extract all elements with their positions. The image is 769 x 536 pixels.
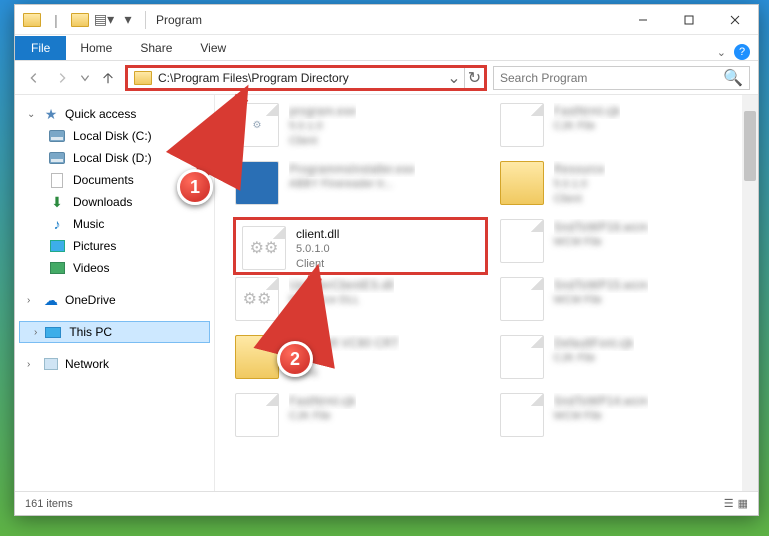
tab-share[interactable]: Share <box>126 36 186 60</box>
sidebar-item-local-disk-d[interactable]: Local Disk (D:) <box>19 147 210 169</box>
installer-icon <box>235 161 279 205</box>
file-name: client.dll <box>296 226 339 242</box>
sidebar-item-pictures[interactable]: Pictures <box>19 235 210 257</box>
file-icon <box>235 393 279 437</box>
sidebar-item-local-disk-c[interactable]: Local Disk (C:) <box>19 125 210 147</box>
navigation-bar: C:\Program Files\Program Directory ⌄ ↻ 🔍 <box>15 61 758 95</box>
window-controls <box>620 5 758 35</box>
folder-icon <box>134 71 152 85</box>
quick-access-label: Quick access <box>65 107 136 121</box>
document-icon <box>51 173 63 188</box>
quick-access-header[interactable]: ⌄ ★ Quick access <box>19 103 210 125</box>
sidebar-item-music[interactable]: ♪Music <box>19 213 210 235</box>
address-path[interactable]: C:\Program Files\Program Directory <box>158 71 444 85</box>
explorer-window: | ▤▾ ▾ Program File Home Share View ⌄ ? <box>14 4 759 516</box>
help-icon[interactable]: ? <box>734 44 750 60</box>
chevron-down-icon: ⌄ <box>27 109 37 120</box>
properties-icon[interactable]: ▤▾ <box>93 9 115 31</box>
address-dropdown-icon[interactable]: ⌄ <box>444 68 464 88</box>
ribbon-expand-icon[interactable]: ⌄ <box>717 46 726 59</box>
music-icon: ♪ <box>49 216 65 232</box>
sidebar-item-onedrive[interactable]: › ☁ OneDrive <box>19 289 210 311</box>
folder-icon <box>500 161 544 205</box>
navigation-pane: ⌄ ★ Quick access Local Disk (C:) Local D… <box>15 95 215 491</box>
scroll-thumb[interactable] <box>744 111 756 181</box>
tiles-view-icon[interactable]: ▦ <box>738 497 748 510</box>
tab-view[interactable]: View <box>186 36 240 60</box>
sidebar-item-network[interactable]: › Network <box>19 353 210 375</box>
qat-sep: | <box>45 9 67 31</box>
status-bar: 161 items ☰ ▦ <box>15 491 758 515</box>
qat-dropdown-icon[interactable]: ▾ <box>117 9 139 31</box>
folder-icon <box>21 9 43 31</box>
vertical-scrollbar[interactable] <box>742 95 758 491</box>
file-item-highlighted[interactable]: ⚙⚙ client.dll5.0.1.0Client <box>233 217 488 275</box>
recent-dropdown-icon[interactable] <box>79 67 91 89</box>
network-icon <box>44 358 58 370</box>
file-list: ⚙ program.exe5.0.1.0Client FastNrml.cjkC… <box>215 95 758 491</box>
chevron-right-icon: › <box>27 295 37 306</box>
back-button[interactable] <box>23 67 45 89</box>
minimize-button[interactable] <box>620 5 666 35</box>
tab-home[interactable]: Home <box>66 36 126 60</box>
titlebar: | ▤▾ ▾ Program <box>15 5 758 35</box>
download-icon: ⬇ <box>49 194 65 210</box>
file-item[interactable]: Microsoft VC90 CRT5.0.1.0Client <box>233 333 488 391</box>
separator <box>145 11 146 29</box>
close-button[interactable] <box>712 5 758 35</box>
chevron-right-icon: › <box>34 327 37 338</box>
file-item[interactable]: ProgrammsInstaller.exeABBY Finereader tr… <box>233 159 488 217</box>
address-bar[interactable]: C:\Program Files\Program Directory ⌄ ↻ <box>125 65 487 91</box>
ribbon-tabs: File Home Share View ⌄ ? <box>15 35 758 61</box>
cloud-icon: ☁ <box>43 292 59 308</box>
disk-icon <box>49 152 65 164</box>
videos-icon <box>50 262 65 274</box>
file-item[interactable]: FastNrml.cjkCJK File <box>498 101 753 159</box>
file-item[interactable]: FastNrml.cjkCJK File <box>233 391 488 449</box>
file-icon <box>500 393 544 437</box>
star-icon: ★ <box>43 106 59 122</box>
sidebar-item-this-pc[interactable]: › This PC <box>19 321 210 343</box>
file-item[interactable]: SndToWP15.wcmWCM File <box>498 275 753 333</box>
quick-access-toolbar: | ▤▾ ▾ <box>15 9 139 31</box>
dll-icon: ⚙⚙ <box>235 277 279 321</box>
search-icon[interactable]: 🔍 <box>723 68 743 88</box>
folder-icon <box>69 9 91 31</box>
forward-button[interactable] <box>51 67 73 89</box>
file-tab[interactable]: File <box>15 36 66 60</box>
exe-icon: ⚙ <box>235 103 279 147</box>
pictures-icon <box>50 240 65 252</box>
chevron-right-icon: › <box>27 359 37 370</box>
sidebar-item-downloads[interactable]: ⬇Downloads <box>19 191 210 213</box>
file-icon <box>500 335 544 379</box>
maximize-button[interactable] <box>666 5 712 35</box>
disk-icon <box>49 130 65 142</box>
file-item[interactable]: DefaultFont.cjkCJK File <box>498 333 753 391</box>
file-icon <box>500 219 544 263</box>
details-view-icon[interactable]: ☰ <box>724 497 734 510</box>
computer-icon <box>45 327 61 338</box>
file-icon <box>500 277 544 321</box>
search-box[interactable]: 🔍 <box>493 66 750 90</box>
sidebar-item-documents[interactable]: Documents <box>19 169 210 191</box>
file-icon <box>500 103 544 147</box>
dll-icon: ⚙⚙ <box>242 226 286 270</box>
file-item[interactable]: ⚙⚙ UpdaterClientES.dllResource DLL <box>233 275 488 333</box>
folder-icon <box>235 335 279 379</box>
file-item[interactable]: Resource5.0.1.0Client <box>498 159 753 217</box>
file-item[interactable]: SndToWP16.wcmWCM File <box>498 217 753 275</box>
up-button[interactable] <box>97 67 119 89</box>
file-item[interactable]: SndToWP14.wcmWCM File <box>498 391 753 449</box>
file-item[interactable]: ⚙ program.exe5.0.1.0Client <box>233 101 488 159</box>
search-input[interactable] <box>500 71 723 85</box>
main-area: ⌄ ★ Quick access Local Disk (C:) Local D… <box>15 95 758 491</box>
item-count: 161 items <box>25 498 73 510</box>
window-title: Program <box>152 13 202 27</box>
refresh-icon[interactable]: ↻ <box>464 68 484 88</box>
sidebar-item-videos[interactable]: Videos <box>19 257 210 279</box>
